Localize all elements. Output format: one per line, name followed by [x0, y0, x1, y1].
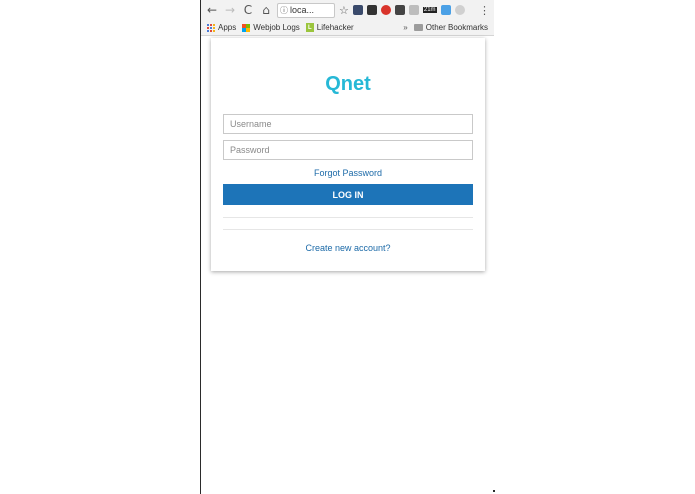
extension-icon[interactable] — [454, 5, 465, 15]
forward-button[interactable]: → — [223, 2, 237, 18]
timer-extension-badge[interactable]: 21m — [422, 7, 437, 13]
bookmark-lifehacker[interactable]: L Lifehacker — [305, 23, 354, 32]
browser-menu-icon[interactable]: ⋮ — [479, 4, 490, 17]
window-corner-mark — [493, 490, 495, 492]
bookmark-apps[interactable]: Apps — [207, 23, 236, 32]
address-bar[interactable]: ⓘ loca... — [277, 2, 335, 18]
extension-icon[interactable] — [380, 5, 391, 15]
extension-icon[interactable] — [366, 5, 377, 15]
apps-grid-icon — [207, 23, 215, 32]
lifehacker-icon: L — [305, 23, 314, 32]
divider — [223, 229, 473, 230]
folder-icon — [413, 24, 423, 31]
bookmark-webjob-logs[interactable]: Webjob Logs — [242, 23, 300, 32]
bookmark-label: Lifehacker — [316, 23, 354, 32]
extension-icon[interactable] — [394, 5, 405, 15]
back-button[interactable]: ← — [205, 2, 219, 18]
browser-toolbar: ← → C ⌂ ⓘ loca... ☆ 21m ⋮ — [201, 0, 494, 20]
extension-icon[interactable] — [440, 5, 451, 15]
divider — [223, 217, 473, 218]
username-input[interactable] — [223, 114, 473, 134]
home-button[interactable]: ⌂ — [259, 2, 273, 18]
app-logo: Qnet — [325, 73, 371, 95]
forgot-password-link[interactable]: Forgot Password — [211, 168, 485, 178]
extension-icon[interactable] — [408, 5, 419, 15]
bookmarks-bar: Apps Webjob Logs L Lifehacker » Other Bo… — [201, 20, 494, 36]
info-icon[interactable]: ⓘ — [280, 5, 288, 16]
other-bookmarks-label: Other Bookmarks — [425, 23, 488, 32]
extension-icon[interactable] — [352, 5, 363, 15]
other-bookmarks[interactable]: Other Bookmarks — [413, 23, 488, 32]
windows-logo-icon — [242, 23, 251, 32]
browser-window: ← → C ⌂ ⓘ loca... ☆ 21m ⋮ Apps Webjob Lo… — [200, 0, 495, 494]
address-bar-url: loca... — [290, 5, 315, 15]
reload-button[interactable]: C — [241, 2, 255, 18]
bookmark-label: Webjob Logs — [253, 23, 300, 32]
login-card: Qnet Forgot Password LOG IN Create new a… — [211, 38, 485, 271]
login-button[interactable]: LOG IN — [223, 184, 473, 205]
create-account-link[interactable]: Create new account? — [211, 243, 485, 253]
password-input[interactable] — [223, 140, 473, 160]
bookmarks-overflow-button[interactable]: » — [403, 23, 407, 32]
bookmark-star-icon[interactable]: ☆ — [339, 4, 349, 17]
bookmark-label: Apps — [218, 23, 237, 32]
